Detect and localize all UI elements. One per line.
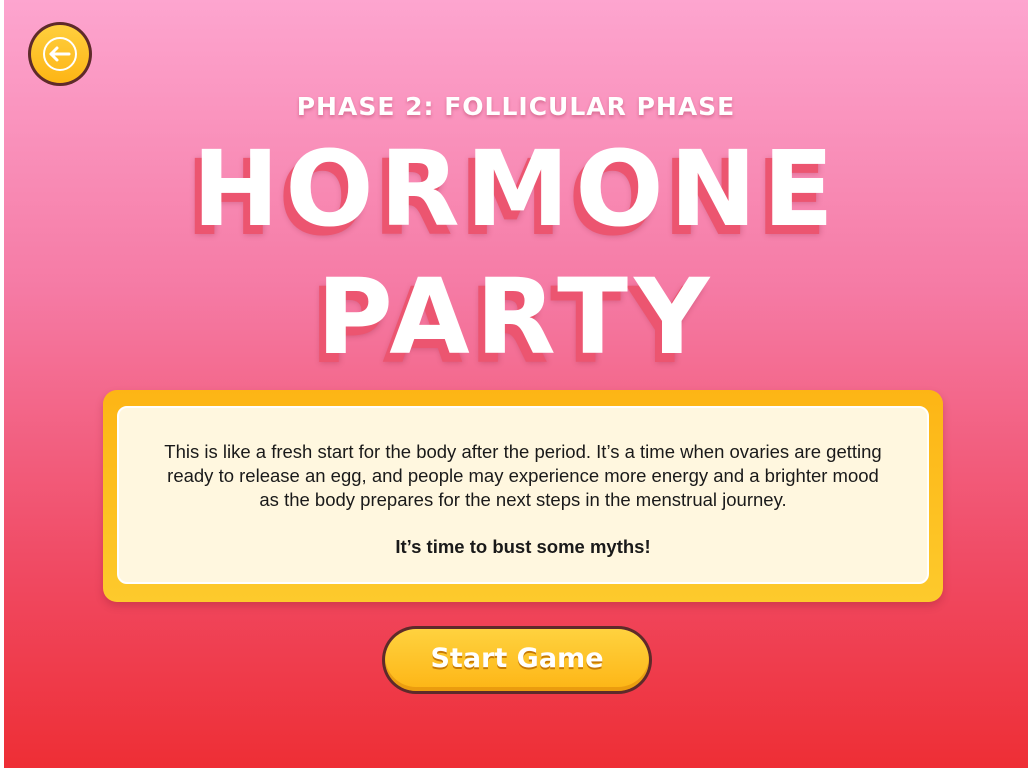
game-screen: PHASE 2: FOLLICULAR PHASE HORMONE PARTY … [4,0,1028,768]
back-button-ring [31,25,89,83]
arrow-left-icon [49,46,71,62]
call-to-action-text: It’s time to bust some myths! [395,536,651,557]
start-game-button[interactable]: Start Game [382,626,652,694]
start-game-button-face: Start Game [385,629,649,691]
info-card: This is like a fresh start for the body … [103,390,943,602]
phase-subtitle: PHASE 2: FOLLICULAR PHASE [296,92,736,121]
info-card-inner: This is like a fresh start for the body … [117,406,929,584]
phase-description: This is like a fresh start for the body … [164,441,882,510]
game-title-line-2: PARTY [316,256,716,378]
start-game-label: Start Game [430,643,604,674]
game-title-line-1: HORMONE [192,128,840,250]
back-button[interactable] [28,22,92,86]
